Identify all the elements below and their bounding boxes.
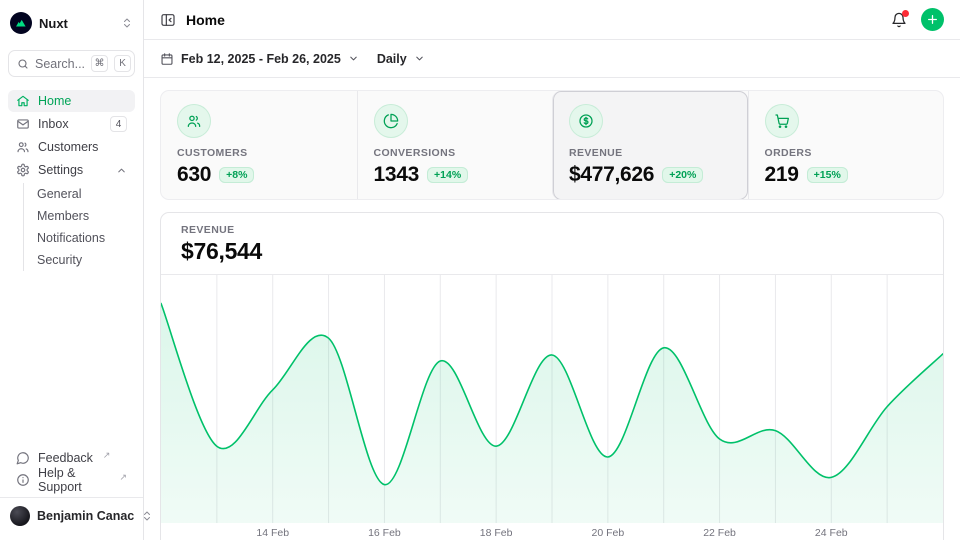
- workspace-name: Nuxt: [39, 16, 114, 31]
- revenue-chart-card: REVENUE $76,544: [160, 212, 944, 540]
- feedback-label: Feedback: [38, 451, 93, 465]
- stat-card-revenue[interactable]: REVENUE $477,626 +20%: [552, 91, 748, 200]
- message-bubble-icon: [16, 451, 30, 465]
- chart-title: REVENUE: [181, 224, 923, 236]
- search-input[interactable]: Search... ⌘ K: [8, 50, 135, 77]
- user-name: Benjamin Canac: [37, 509, 134, 523]
- workspace-switcher[interactable]: Nuxt: [8, 10, 135, 36]
- topbar: Home: [144, 0, 960, 40]
- stat-value: $477,626: [569, 163, 654, 187]
- gear-icon: [16, 163, 30, 177]
- stat-card-orders[interactable]: ORDERS 219 +15%: [748, 91, 944, 200]
- chevron-down-icon: [348, 53, 359, 64]
- granularity-label: Daily: [377, 52, 407, 66]
- sidebar-item-settings[interactable]: Settings: [8, 159, 135, 181]
- cart-icon: [765, 104, 799, 138]
- help-support-link[interactable]: Help & Support ↗: [8, 469, 135, 491]
- content-area: CUSTOMERS 630 +8% CONVERSIONS 1343 +14%: [144, 78, 960, 540]
- date-range-picker[interactable]: Feb 12, 2025 - Feb 26, 2025: [160, 52, 359, 66]
- sidebar: Nuxt Search... ⌘ K Home: [0, 0, 144, 540]
- sidebar-item-inbox[interactable]: Inbox 4: [8, 113, 135, 135]
- filter-toolbar: Feb 12, 2025 - Feb 26, 2025 Daily: [144, 40, 960, 78]
- pie-chart-icon: [374, 104, 408, 138]
- x-axis-tick-label: 14 Feb: [256, 527, 289, 539]
- plus-icon: [926, 13, 939, 26]
- search-placeholder: Search...: [35, 57, 85, 71]
- help-support-label: Help & Support: [38, 466, 109, 494]
- notifications-button[interactable]: [887, 8, 911, 32]
- app-window: Nuxt Search... ⌘ K Home: [0, 0, 960, 540]
- external-link-icon: ↗: [119, 472, 127, 483]
- sidebar-item-general[interactable]: General: [37, 183, 135, 205]
- sidebar-item-label: Settings: [38, 163, 83, 177]
- dollar-circle-icon: [569, 104, 603, 138]
- kbd-k: K: [114, 55, 131, 72]
- chevron-down-icon: [414, 53, 425, 64]
- inbox-icon: [16, 117, 30, 131]
- x-axis-tick-label: 18 Feb: [480, 527, 513, 539]
- sidebar-item-label: Inbox: [38, 117, 69, 131]
- users-icon: [177, 104, 211, 138]
- home-icon: [16, 94, 30, 108]
- stat-delta-badge: +20%: [662, 167, 703, 183]
- stat-delta-badge: +15%: [807, 167, 848, 183]
- stat-card-conversions[interactable]: CONVERSIONS 1343 +14%: [357, 91, 553, 200]
- chevron-up-icon: [116, 165, 127, 176]
- users-icon: [16, 140, 30, 154]
- stat-label: CUSTOMERS: [177, 147, 341, 159]
- add-button[interactable]: [921, 8, 944, 31]
- sidebar-item-label: Home: [38, 94, 71, 108]
- user-avatar: [10, 506, 30, 526]
- sidebar-footer: Feedback ↗ Help & Support ↗ Benjamin Can…: [8, 447, 135, 540]
- chart-canvas: [161, 275, 943, 523]
- calendar-icon: [160, 52, 174, 66]
- notification-dot: [902, 10, 909, 17]
- user-menu[interactable]: Benjamin Canac: [8, 498, 135, 534]
- info-circle-icon: [16, 473, 30, 487]
- stat-label: CONVERSIONS: [374, 147, 537, 159]
- collapse-sidebar-button[interactable]: [160, 12, 176, 28]
- external-link-icon: ↗: [103, 450, 111, 461]
- inbox-count-badge: 4: [110, 116, 127, 132]
- x-axis-tick-label: 16 Feb: [368, 527, 401, 539]
- sidebar-item-security[interactable]: Security: [37, 249, 135, 271]
- x-axis-tick-label: 22 Feb: [703, 527, 736, 539]
- stats-row: CUSTOMERS 630 +8% CONVERSIONS 1343 +14%: [160, 90, 944, 200]
- stat-label: ORDERS: [765, 147, 928, 159]
- granularity-select[interactable]: Daily: [377, 52, 425, 66]
- chart-current-value: $76,544: [181, 238, 923, 265]
- sidebar-nav: Home Inbox 4 Customers Sett: [8, 90, 135, 272]
- page-title: Home: [186, 12, 225, 28]
- kbd-cmd: ⌘: [91, 55, 108, 72]
- search-icon: [17, 58, 29, 70]
- chart-header: REVENUE $76,544: [161, 213, 943, 275]
- chart-x-axis-labels: 14 Feb 16 Feb 18 Feb 20 Feb 22 Feb 24 Feb: [161, 523, 943, 540]
- stat-card-customers[interactable]: CUSTOMERS 630 +8%: [161, 91, 357, 200]
- x-axis-tick-label: 20 Feb: [591, 527, 624, 539]
- stat-delta-badge: +8%: [219, 167, 254, 183]
- stat-value: 219: [765, 163, 799, 187]
- sidebar-item-label: Customers: [38, 140, 98, 154]
- stat-value: 630: [177, 163, 211, 187]
- x-axis-tick-label: 24 Feb: [815, 527, 848, 539]
- stat-value: 1343: [374, 163, 420, 187]
- stat-label: REVENUE: [569, 147, 732, 159]
- sidebar-item-notifications[interactable]: Notifications: [37, 227, 135, 249]
- stat-delta-badge: +14%: [427, 167, 468, 183]
- revenue-area-chart[interactable]: [161, 275, 943, 523]
- sidebar-item-customers[interactable]: Customers: [8, 136, 135, 158]
- date-range-label: Feb 12, 2025 - Feb 26, 2025: [181, 52, 341, 66]
- sidebar-item-members[interactable]: Members: [37, 205, 135, 227]
- main-panel: Home Feb 12, 2025 - Feb 26, 2025: [144, 0, 960, 540]
- nuxt-logo-icon: [10, 12, 32, 34]
- settings-sub-nav: General Members Notifications Security: [23, 183, 135, 271]
- chevrons-up-down-icon: [121, 17, 133, 29]
- sidebar-item-home[interactable]: Home: [8, 90, 135, 112]
